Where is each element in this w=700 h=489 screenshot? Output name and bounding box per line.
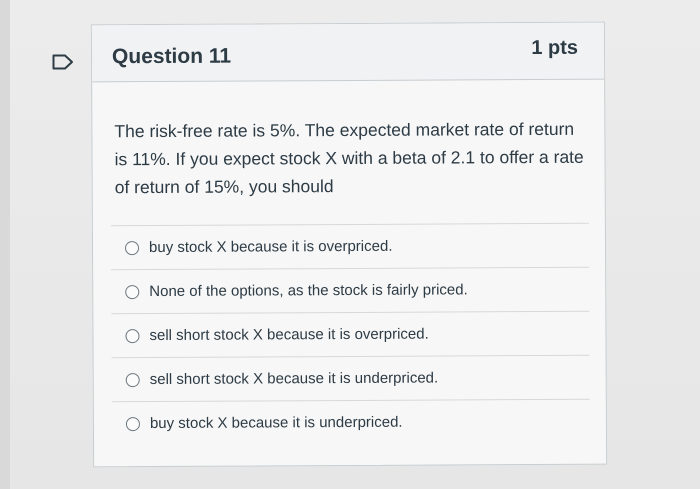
answer-label: None of the options, as the stock is fai… bbox=[149, 281, 468, 301]
question-text: The risk-free rate is 5%. The expected m… bbox=[114, 118, 584, 198]
answer-option[interactable]: sell short stock X because it is underpr… bbox=[111, 354, 590, 402]
answer-option[interactable]: sell short stock X because it is overpri… bbox=[111, 310, 590, 358]
answer-option[interactable]: buy stock X because it is overpriced. bbox=[110, 222, 590, 270]
answer-option[interactable]: buy stock X because it is underpriced. bbox=[111, 398, 591, 446]
question-card: Question 11 1 pts The risk-free rate is … bbox=[90, 21, 608, 468]
flag-question-icon[interactable] bbox=[52, 54, 74, 70]
question-points: 1 pts bbox=[531, 36, 579, 60]
radio-button[interactable] bbox=[125, 284, 140, 299]
radio-button[interactable] bbox=[125, 372, 140, 387]
question-header: Question 11 1 pts bbox=[91, 22, 605, 83]
answer-list: buy stock X because it is overpriced. No… bbox=[110, 222, 591, 446]
radio-button[interactable] bbox=[124, 240, 140, 255]
answer-label: sell short stock X because it is underpr… bbox=[149, 369, 439, 389]
radio-button[interactable] bbox=[125, 328, 140, 343]
answer-label: buy stock X because it is overpriced. bbox=[148, 237, 393, 257]
quiz-page: Question 11 1 pts The risk-free rate is … bbox=[0, 0, 700, 489]
radio-button[interactable] bbox=[125, 416, 140, 431]
question-title: Question 11 bbox=[111, 44, 232, 69]
left-edge bbox=[0, 0, 10, 489]
answer-label: sell short stock X because it is overpri… bbox=[149, 325, 429, 345]
answer-label: buy stock X because it is underpriced. bbox=[149, 413, 403, 433]
answer-option[interactable]: None of the options, as the stock is fai… bbox=[111, 266, 590, 314]
